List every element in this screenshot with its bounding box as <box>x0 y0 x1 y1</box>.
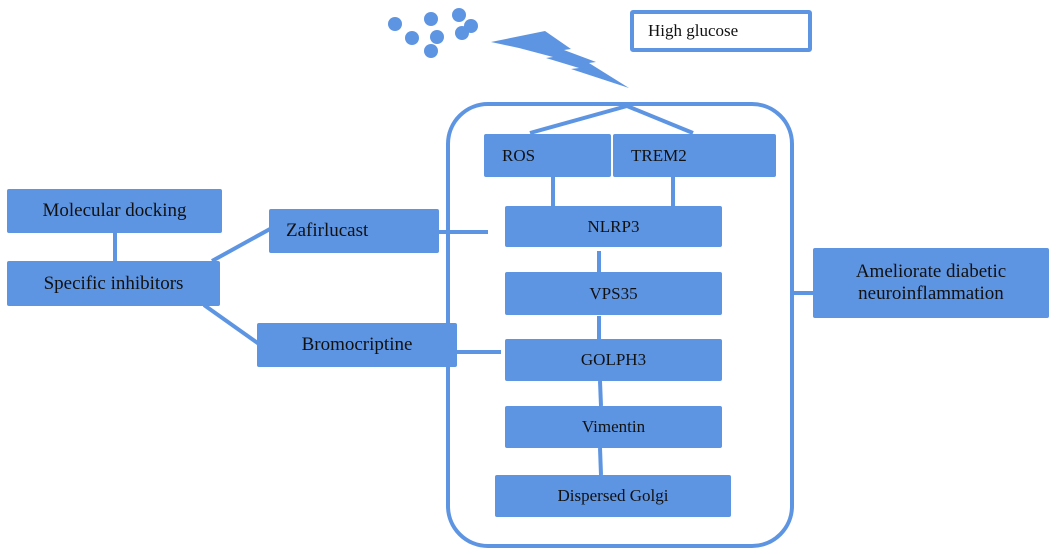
outcome-line-1: Ameliorate diabetic <box>855 261 1007 283</box>
node-zafirlucast: Zafirlucast <box>269 209 439 253</box>
node-nlrp3-label: NLRP3 <box>587 216 640 236</box>
node-golph3-label: GOLPH3 <box>580 350 647 369</box>
node-nlrp3: NLRP3 <box>505 206 722 247</box>
node-molecular-docking: Molecular docking <box>7 189 222 233</box>
node-dispersed-golgi: Dispersed Golgi <box>495 475 731 517</box>
node-specific-inhibitors: Specific inhibitors <box>7 261 220 306</box>
node-trem2: TREM2 <box>613 134 776 177</box>
node-vps35: VPS35 <box>505 272 722 315</box>
lightning-bolt-icon <box>491 31 629 88</box>
node-golph3: GOLPH3 <box>505 339 722 381</box>
high-glucose-label: High glucose <box>630 10 812 52</box>
glucose-particles-icon <box>388 8 478 58</box>
node-vps35-label: VPS35 <box>589 283 638 303</box>
node-bromocriptine-label: Bromocriptine <box>301 334 413 355</box>
node-zafirlucast-label: Zafirlucast <box>286 220 369 241</box>
outcome-line-2: neuroinflammation <box>858 283 1004 304</box>
node-vimentin-label: Vimentin <box>581 417 646 436</box>
node-dispersed-golgi-label: Dispersed Golgi <box>557 486 669 505</box>
node-ros-label: ROS <box>502 145 536 165</box>
node-specific-inhibitors-label: Specific inhibitors <box>43 272 184 294</box>
node-molecular-docking-label: Molecular docking <box>42 200 187 221</box>
node-bromocriptine: Bromocriptine <box>257 323 457 367</box>
node-vimentin: Vimentin <box>505 406 722 448</box>
high-glucose-text: High glucose <box>648 21 739 40</box>
node-outcome: Ameliorate diabetic neuroinflammation <box>813 248 1049 318</box>
node-ros: ROS <box>484 134 611 177</box>
node-trem2-label: TREM2 <box>631 145 687 165</box>
